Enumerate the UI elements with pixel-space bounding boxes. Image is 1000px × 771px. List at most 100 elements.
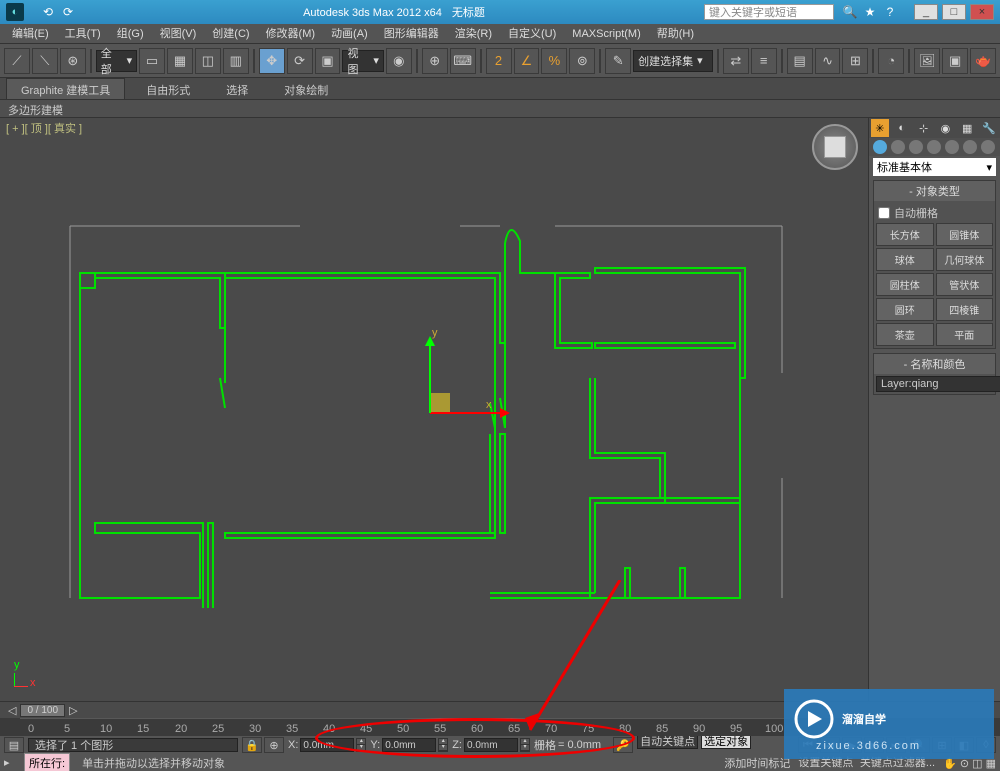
select-icon[interactable]: ▭ [139,48,165,74]
select-name-icon[interactable]: ▦ [167,48,193,74]
create-tab-icon[interactable]: ✳ [871,119,889,137]
render-icon[interactable]: 🫖 [970,48,996,74]
shapes-icon[interactable] [891,140,905,154]
helpers-icon[interactable] [945,140,959,154]
time-slider-handle[interactable]: 0 / 100 [20,704,65,717]
btn-cone[interactable]: 圆锥体 [936,223,994,246]
macro-recorder-label[interactable]: 所在行: [24,753,70,771]
spinner-z[interactable]: ▴▾ [520,738,530,752]
utilities-tab-icon[interactable]: 🔧 [980,119,998,137]
rollout-header[interactable]: - 对象类型 [874,181,995,201]
minimize-button[interactable]: _ [914,4,938,20]
btn-box[interactable]: 长方体 [876,223,934,246]
pan-icon[interactable]: ✋ [943,758,957,770]
menu-render[interactable]: 渲染(R) [447,24,500,43]
select-region-icon[interactable]: ◫ [195,48,221,74]
menu-maxscript[interactable]: MAXScript(M) [564,24,648,43]
layers-icon[interactable]: ▤ [787,48,813,74]
timeslider-prev-icon[interactable]: ◁ [8,704,16,717]
scale-icon[interactable]: ▣ [315,48,341,74]
transform-typein-icon[interactable]: ⊕ [264,737,284,753]
menu-group[interactable]: 组(G) [109,24,152,43]
menu-modifier[interactable]: 修改器(M) [258,24,324,43]
window-cross-icon[interactable]: ▥ [223,48,249,74]
menu-edit[interactable]: 编辑(E) [4,24,57,43]
btn-tube[interactable]: 管状体 [936,273,994,296]
favorite-icon[interactable]: ★ [862,4,878,20]
menu-tools[interactable]: 工具(T) [57,24,109,43]
btn-plane[interactable]: 平面 [936,323,994,346]
schematic-icon[interactable]: ⊞ [842,48,868,74]
btn-cylinder[interactable]: 圆柱体 [876,273,934,296]
spacewarps-icon[interactable] [963,140,977,154]
coord-z-input[interactable] [464,738,518,752]
lock-selection-icon[interactable]: 🔒 [242,737,262,753]
ribbon-tab-objpaint[interactable]: 对象绘制 [269,78,343,99]
minitrack-toggle-icon[interactable]: ▤ [4,737,24,753]
key-mode-icon[interactable]: 🔑 [613,737,633,753]
menu-grapheditor[interactable]: 图形编辑器 [376,24,447,43]
motion-tab-icon[interactable]: ◉ [936,119,954,137]
move-icon[interactable]: ✥ [259,48,285,74]
add-time-tag-button[interactable]: 添加时间标记 [724,755,790,771]
orbit-icon[interactable]: ⊙ [960,758,969,770]
systems-icon[interactable] [981,140,995,154]
menu-animation[interactable]: 动画(A) [323,24,376,43]
mirror-icon[interactable]: ⇄ [723,48,749,74]
spinner-x[interactable]: ▴▾ [356,738,366,752]
curve-editor-icon[interactable]: ∿ [815,48,841,74]
undo-icon[interactable]: ⟲ [40,4,56,20]
menu-view[interactable]: 视图(V) [152,24,205,43]
btn-torus[interactable]: 圆环 [876,298,934,321]
unlink-icon[interactable]: ⟍ [32,48,58,74]
named-selection-dropdown[interactable]: 创建选择集▾ [633,50,713,72]
snap-percent-icon[interactable]: % [541,48,567,74]
render-frame-icon[interactable]: ▣ [942,48,968,74]
modify-tab-icon[interactable]: ◐ [893,119,911,137]
refcoord-dropdown[interactable]: 视图▾ [342,50,383,72]
autokey-button[interactable]: 自动关键点 [637,735,698,749]
autogrid-checkbox[interactable]: 自动栅格 [876,203,993,223]
viewport-top[interactable]: [ + ][ 顶 ][ 真实 ] [0,118,868,701]
snap2d-icon[interactable]: 2 [486,48,512,74]
selected-button[interactable]: 选定对象 [701,735,751,749]
snap-angle-icon[interactable]: ∠ [514,48,540,74]
snap-spinner-icon[interactable]: ⊚ [569,48,595,74]
display-tab-icon[interactable]: ▦ [958,119,976,137]
align-icon[interactable]: ≡ [751,48,777,74]
btn-geosphere[interactable]: 几何球体 [936,248,994,271]
ribbon-tab-modeling[interactable]: Graphite 建模工具 [6,78,125,99]
menu-create[interactable]: 创建(C) [204,24,257,43]
menu-customize[interactable]: 自定义(U) [500,24,564,43]
coord-y-input[interactable] [382,738,436,752]
geometry-icon[interactable] [873,140,887,154]
object-name-input[interactable] [876,376,1000,392]
manip-icon[interactable]: ⊕ [422,48,448,74]
hierarchy-tab-icon[interactable]: ⊹ [915,119,933,137]
redo-icon[interactable]: ⟳ [60,4,76,20]
script-listener-icon[interactable]: ▸ [4,756,18,770]
cameras-icon[interactable] [927,140,941,154]
spinner-y[interactable]: ▴▾ [438,738,448,752]
link-icon[interactable]: ⟋ [4,48,30,74]
menu-help[interactable]: 帮助(H) [649,24,702,43]
bind-icon[interactable]: ⊛ [60,48,86,74]
btn-pyramid[interactable]: 四棱锥 [936,298,994,321]
close-button[interactable]: × [970,4,994,20]
primitive-category-dropdown[interactable]: 标准基本体▾ [873,158,996,176]
timeslider-next-icon[interactable]: ▷ [69,704,77,717]
btn-sphere[interactable]: 球体 [876,248,934,271]
rollout-header[interactable]: - 名称和颜色 [874,354,995,374]
edit-named-icon[interactable]: ✎ [605,48,631,74]
render-setup-icon[interactable]: 🖼 [914,48,940,74]
ribbon-tab-freeform[interactable]: 自由形式 [131,78,205,99]
lights-icon[interactable] [909,140,923,154]
material-icon[interactable]: ◔ [878,48,904,74]
coord-x-input[interactable] [300,738,354,752]
help-icon[interactable]: ? [882,4,898,20]
vp-config-icon[interactable]: ▦ [986,758,996,770]
minmax-viewport-icon[interactable]: ◫ [972,758,982,770]
maximize-button[interactable]: □ [942,4,966,20]
search-icon[interactable]: 🔍 [842,4,858,20]
btn-teapot[interactable]: 茶壶 [876,323,934,346]
